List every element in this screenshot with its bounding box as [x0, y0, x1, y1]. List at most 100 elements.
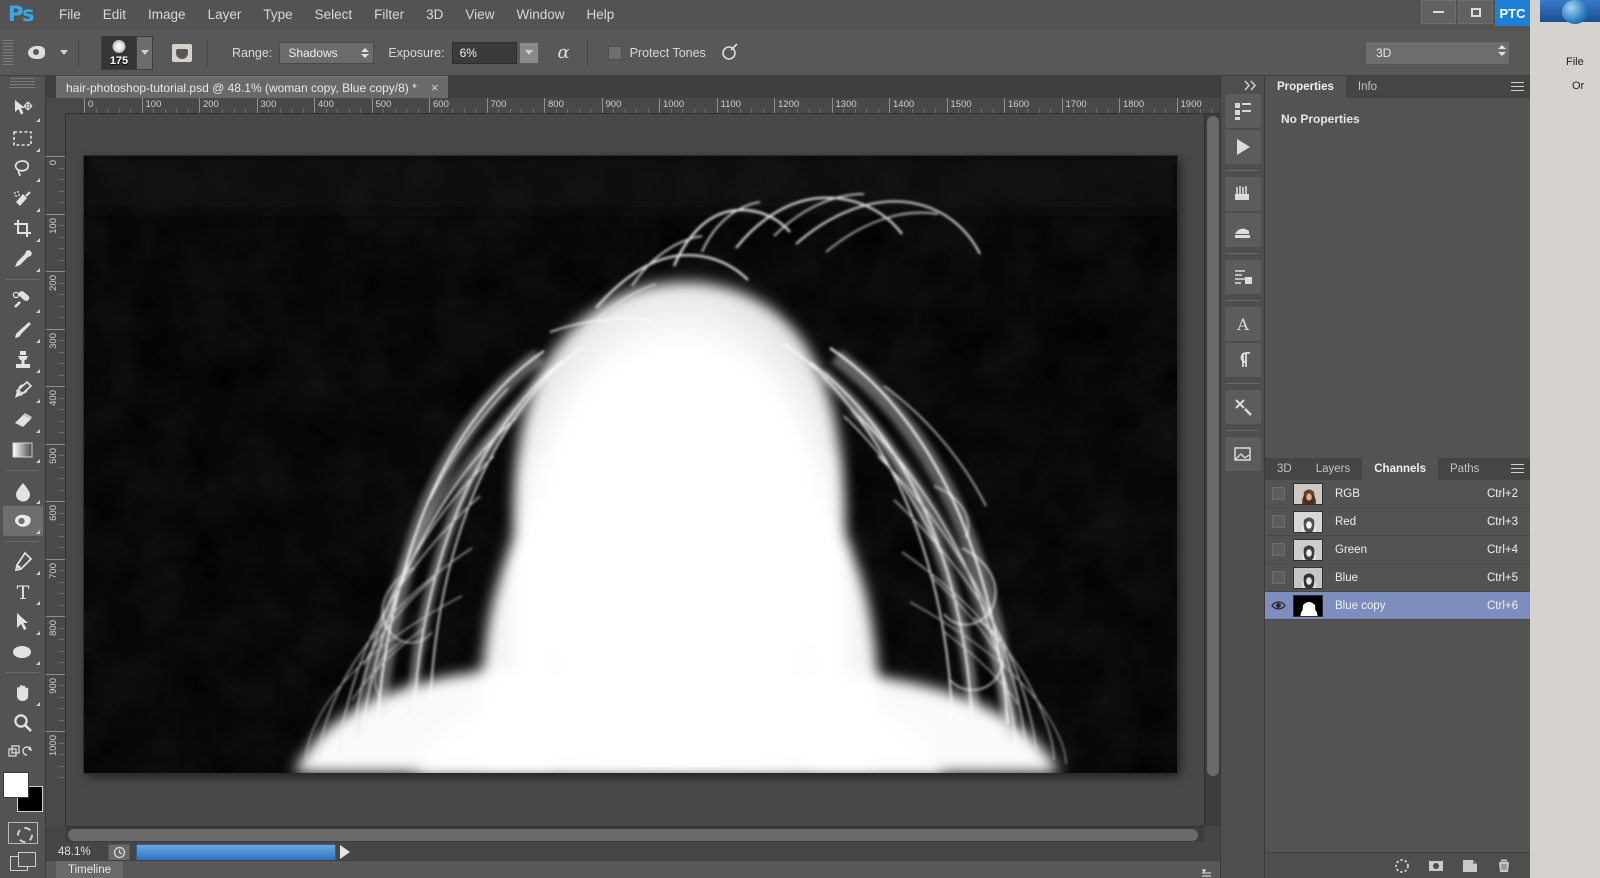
close-icon[interactable]: ×	[431, 80, 439, 95]
vertical-ruler[interactable]: 0 100 200 300 400 500 600 700 800 900 1000	[46, 114, 66, 826]
zoom-level-value[interactable]: 48.1%	[58, 846, 104, 858]
create-new-channel-icon[interactable]	[1462, 858, 1478, 874]
scrollbar-thumb[interactable]	[68, 829, 1198, 841]
load-channel-as-selection-icon[interactable]	[1394, 858, 1410, 874]
hand-tool[interactable]	[3, 678, 43, 708]
menu-item-image[interactable]: Image	[137, 0, 197, 30]
tool-presets-icon[interactable]	[1224, 390, 1261, 424]
lasso-tool[interactable]	[3, 154, 43, 184]
menu-item-select[interactable]: Select	[304, 0, 364, 30]
background-app-submenu[interactable]: Or	[1572, 80, 1584, 92]
exposure-input[interactable]: 6%	[451, 41, 517, 64]
airbrush-icon[interactable]: α	[551, 41, 577, 65]
workspace-spinner-icon[interactable]	[1498, 45, 1506, 56]
blur-tool[interactable]	[3, 476, 43, 506]
toggle-brush-panel-button[interactable]	[167, 40, 197, 66]
channel-visibility-toggle[interactable]	[1265, 515, 1291, 528]
delete-channel-icon[interactable]	[1496, 858, 1512, 874]
swatches-panel-icon[interactable]	[1224, 213, 1261, 247]
menu-item-help[interactable]: Help	[575, 0, 625, 30]
tool-preset-picker[interactable]	[25, 41, 68, 65]
timing-icon[interactable]	[108, 843, 130, 861]
foreground-background-colors[interactable]	[1, 772, 45, 816]
menu-item-layer[interactable]: Layer	[197, 0, 253, 30]
tablet-pressure-icon[interactable]	[718, 41, 744, 65]
menu-item-3d[interactable]: 3D	[415, 0, 454, 30]
path-selection-tool[interactable]	[3, 607, 43, 637]
channel-row-rgb[interactable]: RGB Ctrl+2	[1265, 480, 1530, 508]
workspace-selector[interactable]: 3D	[1365, 41, 1510, 65]
maximize-button[interactable]	[1458, 0, 1493, 24]
channel-visibility-toggle[interactable]	[1265, 571, 1291, 584]
tab-paths[interactable]: Paths	[1438, 458, 1491, 480]
rectangular-marquee-tool[interactable]	[3, 124, 43, 154]
edit-toolbar-button[interactable]	[3, 738, 43, 768]
tab-layers[interactable]: Layers	[1304, 458, 1363, 480]
panel-menu-icon[interactable]	[1511, 464, 1524, 475]
menu-item-view[interactable]: View	[454, 0, 505, 30]
protect-tones-checkbox[interactable]	[607, 45, 622, 60]
menu-item-type[interactable]: Type	[252, 0, 303, 30]
character-panel-icon[interactable]: A	[1224, 307, 1261, 341]
notes-panel-icon[interactable]	[1224, 437, 1261, 471]
zoom-tool[interactable]	[3, 708, 43, 738]
channel-visibility-toggle[interactable]	[1265, 600, 1291, 611]
tools-panel-grip[interactable]	[10, 78, 35, 90]
channel-row-green[interactable]: Green Ctrl+4	[1265, 536, 1530, 564]
options-bar-grip[interactable]	[3, 39, 13, 66]
spot-healing-brush-tool[interactable]	[3, 285, 43, 315]
ellipse-shape-tool[interactable]	[3, 637, 43, 667]
quick-selection-tool[interactable]	[3, 184, 43, 214]
timeline-icon[interactable]	[1224, 130, 1261, 164]
brush-preset-picker[interactable]: 175	[101, 35, 153, 70]
crop-tool[interactable]	[3, 214, 43, 244]
canvas-horizontal-scrollbar[interactable]	[66, 826, 1204, 842]
tab-properties[interactable]: Properties	[1265, 76, 1346, 98]
pen-tool[interactable]	[3, 547, 43, 577]
canvas-scroll-area[interactable]	[66, 114, 1204, 826]
menu-item-file[interactable]: File	[48, 0, 92, 30]
clone-stamp-tool[interactable]	[3, 345, 43, 375]
tab-3d[interactable]: 3D	[1265, 458, 1304, 480]
channel-row-blue[interactable]: Blue Ctrl+5	[1265, 564, 1530, 592]
tab-timeline[interactable]: Timeline	[56, 861, 124, 878]
channel-visibility-toggle[interactable]	[1265, 543, 1291, 556]
channel-row-red[interactable]: Red Ctrl+3	[1265, 508, 1530, 536]
scrollbar-thumb[interactable]	[1207, 116, 1219, 776]
document-tab[interactable]: hair-photoshop-tutorial.psd @ 48.1% (wom…	[56, 76, 449, 98]
type-tool[interactable]: T	[3, 577, 43, 607]
canvas-vertical-scrollbar[interactable]	[1204, 114, 1220, 826]
brush-panel-icon[interactable]	[1224, 177, 1261, 211]
foreground-color-swatch[interactable]	[2, 772, 29, 798]
channel-visibility-toggle[interactable]	[1265, 487, 1291, 500]
quick-mask-icon[interactable]	[7, 822, 38, 844]
history-brush-tool[interactable]	[3, 375, 43, 405]
background-app-menu-file[interactable]: File	[1566, 56, 1584, 68]
brush-picker-arrow[interactable]	[136, 36, 152, 69]
ptc-badge[interactable]: PTC	[1495, 0, 1530, 26]
screen-mode-icon[interactable]	[9, 852, 36, 874]
brush-tool[interactable]	[3, 315, 43, 345]
collapse-to-icons-icon[interactable]	[1221, 76, 1264, 94]
gradient-tool[interactable]	[3, 435, 43, 465]
dodge-burn-tool[interactable]	[2, 506, 43, 536]
horizontal-ruler[interactable]: 0 100 200 300 400 500 600 700 800 900 1000 1100 1200…	[66, 98, 1220, 114]
move-tool[interactable]	[3, 94, 43, 124]
paragraph-panel-icon[interactable]	[1224, 343, 1261, 377]
save-selection-as-channel-icon[interactable]	[1428, 858, 1444, 874]
exposure-dropdown-button[interactable]	[518, 41, 539, 64]
eraser-tool[interactable]	[3, 405, 43, 435]
canvas-image[interactable]	[84, 156, 1177, 773]
tab-channels[interactable]: Channels	[1362, 458, 1438, 480]
range-select[interactable]: Shadows	[279, 41, 375, 64]
tab-info[interactable]: Info	[1346, 76, 1389, 98]
play-icon[interactable]	[340, 845, 350, 859]
adjustments-panel-icon[interactable]	[1224, 260, 1261, 294]
menu-item-edit[interactable]: Edit	[92, 0, 137, 30]
panel-menu-icon[interactable]	[1202, 865, 1214, 877]
mini-bridge-icon[interactable]	[1224, 94, 1261, 128]
eyedropper-tool[interactable]	[3, 244, 43, 274]
channel-row-blue-copy[interactable]: Blue copy Ctrl+6	[1265, 592, 1530, 620]
menu-item-window[interactable]: Window	[505, 0, 575, 30]
panel-menu-icon[interactable]	[1511, 82, 1524, 93]
